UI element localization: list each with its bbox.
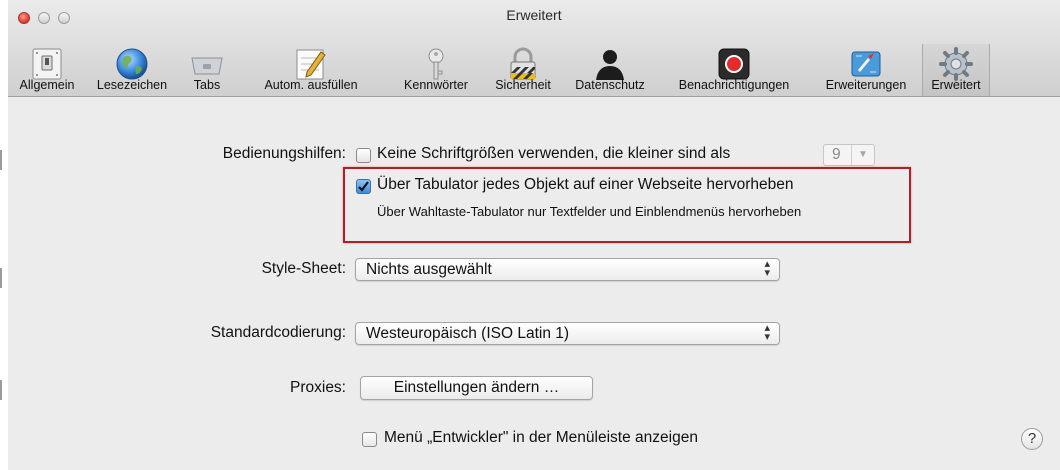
develop-menu-checkbox[interactable] (362, 432, 377, 447)
toolbar-label: Autom. ausfüllen (264, 78, 358, 92)
stylesheet-label: Style-Sheet: (261, 260, 346, 277)
title-bar: Erweitert Allgemein Lesezeichen Tabs Aut… (8, 0, 1060, 97)
window-title: Erweitert (506, 7, 562, 23)
toolbar-label: Erweitert (931, 78, 981, 92)
gear-icon (938, 46, 974, 82)
preferences-window: Erweitert Allgemein Lesezeichen Tabs Aut… (8, 0, 1060, 470)
min-font-size-value: 9 (832, 146, 841, 163)
accessibility-label: Bedienungshilfen: (222, 145, 346, 162)
left-edge-mark-1 (0, 150, 2, 170)
tabs-icon (189, 46, 225, 82)
toolbar-item-kennwoerter[interactable]: Kennwörter (388, 44, 484, 96)
lock-icon (505, 46, 541, 82)
toolbar-label: Tabs (193, 78, 221, 92)
encoding-popup[interactable]: Westeuropäisch (ISO Latin 1) ▴ ▾ (355, 322, 780, 345)
toolbar-item-sicherheit[interactable]: Sicherheit (484, 44, 562, 96)
toolbar-label: Datenschutz (575, 78, 645, 92)
toolbar-item-lesezeichen[interactable]: Lesezeichen (84, 44, 180, 96)
toolbar-label: Lesezeichen (96, 78, 168, 92)
left-edge-mark-3 (0, 380, 2, 400)
encoding-value: Westeuropäisch (ISO Latin 1) (366, 325, 570, 342)
toolbar-item-tabs[interactable]: Tabs (180, 44, 234, 96)
toolbar-item-autofill[interactable]: Autom. ausfüllen (234, 44, 388, 96)
toolbar-item-erweiterungen[interactable]: Erweiterungen (810, 44, 922, 96)
updown-arrows-icon: ▴ ▾ (764, 322, 770, 343)
toolbar-item-allgemein[interactable]: Allgemein (10, 44, 84, 96)
left-edge-mark-2 (0, 268, 2, 288)
min-font-size-select[interactable]: 9 ▼ (823, 144, 875, 166)
change-proxy-settings-label: Einstellungen ändern … (393, 379, 560, 396)
chevron-down-icon: ▼ (851, 145, 874, 165)
person-silhouette-icon (592, 46, 628, 82)
help-button[interactable]: ? (1021, 428, 1043, 450)
proxies-label: Proxies: (290, 379, 346, 396)
toolbar-item-datenschutz[interactable]: Datenschutz (562, 44, 658, 96)
tab-highlight-hint: Über Wahltaste-Tabulator nur Textfelder … (377, 204, 802, 219)
tab-highlight-label: Über Tabulator jedes Objekt auf einer We… (377, 176, 794, 193)
toolbar-item-erweitert[interactable]: Erweitert (922, 44, 990, 96)
toolbar-label: Benachrichtigungen (678, 78, 790, 92)
advanced-settings-pane: Bedienungshilfen: Keine Schriftgrößen ve… (8, 97, 1060, 470)
key-icon (418, 46, 454, 82)
record-icon (716, 46, 752, 82)
toolbar-item-benachrichtigungen[interactable]: Benachrichtigungen (658, 44, 810, 96)
updown-arrows-icon: ▴ ▾ (764, 258, 770, 279)
pencil-form-icon (293, 46, 329, 82)
stylesheet-value: Nichts ausgewählt (366, 261, 492, 278)
toolbar-label: Erweiterungen (825, 78, 907, 92)
extensions-icon (848, 46, 884, 82)
develop-menu-label: Menü „Entwickler" in der Menüleiste anze… (384, 429, 698, 446)
min-font-checkbox[interactable] (356, 148, 371, 163)
checkmark-icon (358, 181, 369, 192)
toolbar-label: Allgemein (19, 78, 75, 92)
stylesheet-popup[interactable]: Nichts ausgewählt ▴ ▾ (355, 258, 780, 281)
help-icon: ? (1027, 430, 1037, 447)
tab-highlight-checkbox[interactable] (356, 179, 371, 194)
toolbar-label: Kennwörter (404, 78, 468, 92)
toolbar-label: Sicherheit (495, 78, 551, 92)
encoding-label: Standardcodierung: (210, 324, 346, 341)
min-font-label: Keine Schriftgrößen verwenden, die klein… (377, 145, 731, 162)
change-proxy-settings-button[interactable]: Einstellungen ändern … (360, 376, 593, 400)
switch-icon (29, 46, 65, 82)
globe-icon (114, 46, 150, 82)
